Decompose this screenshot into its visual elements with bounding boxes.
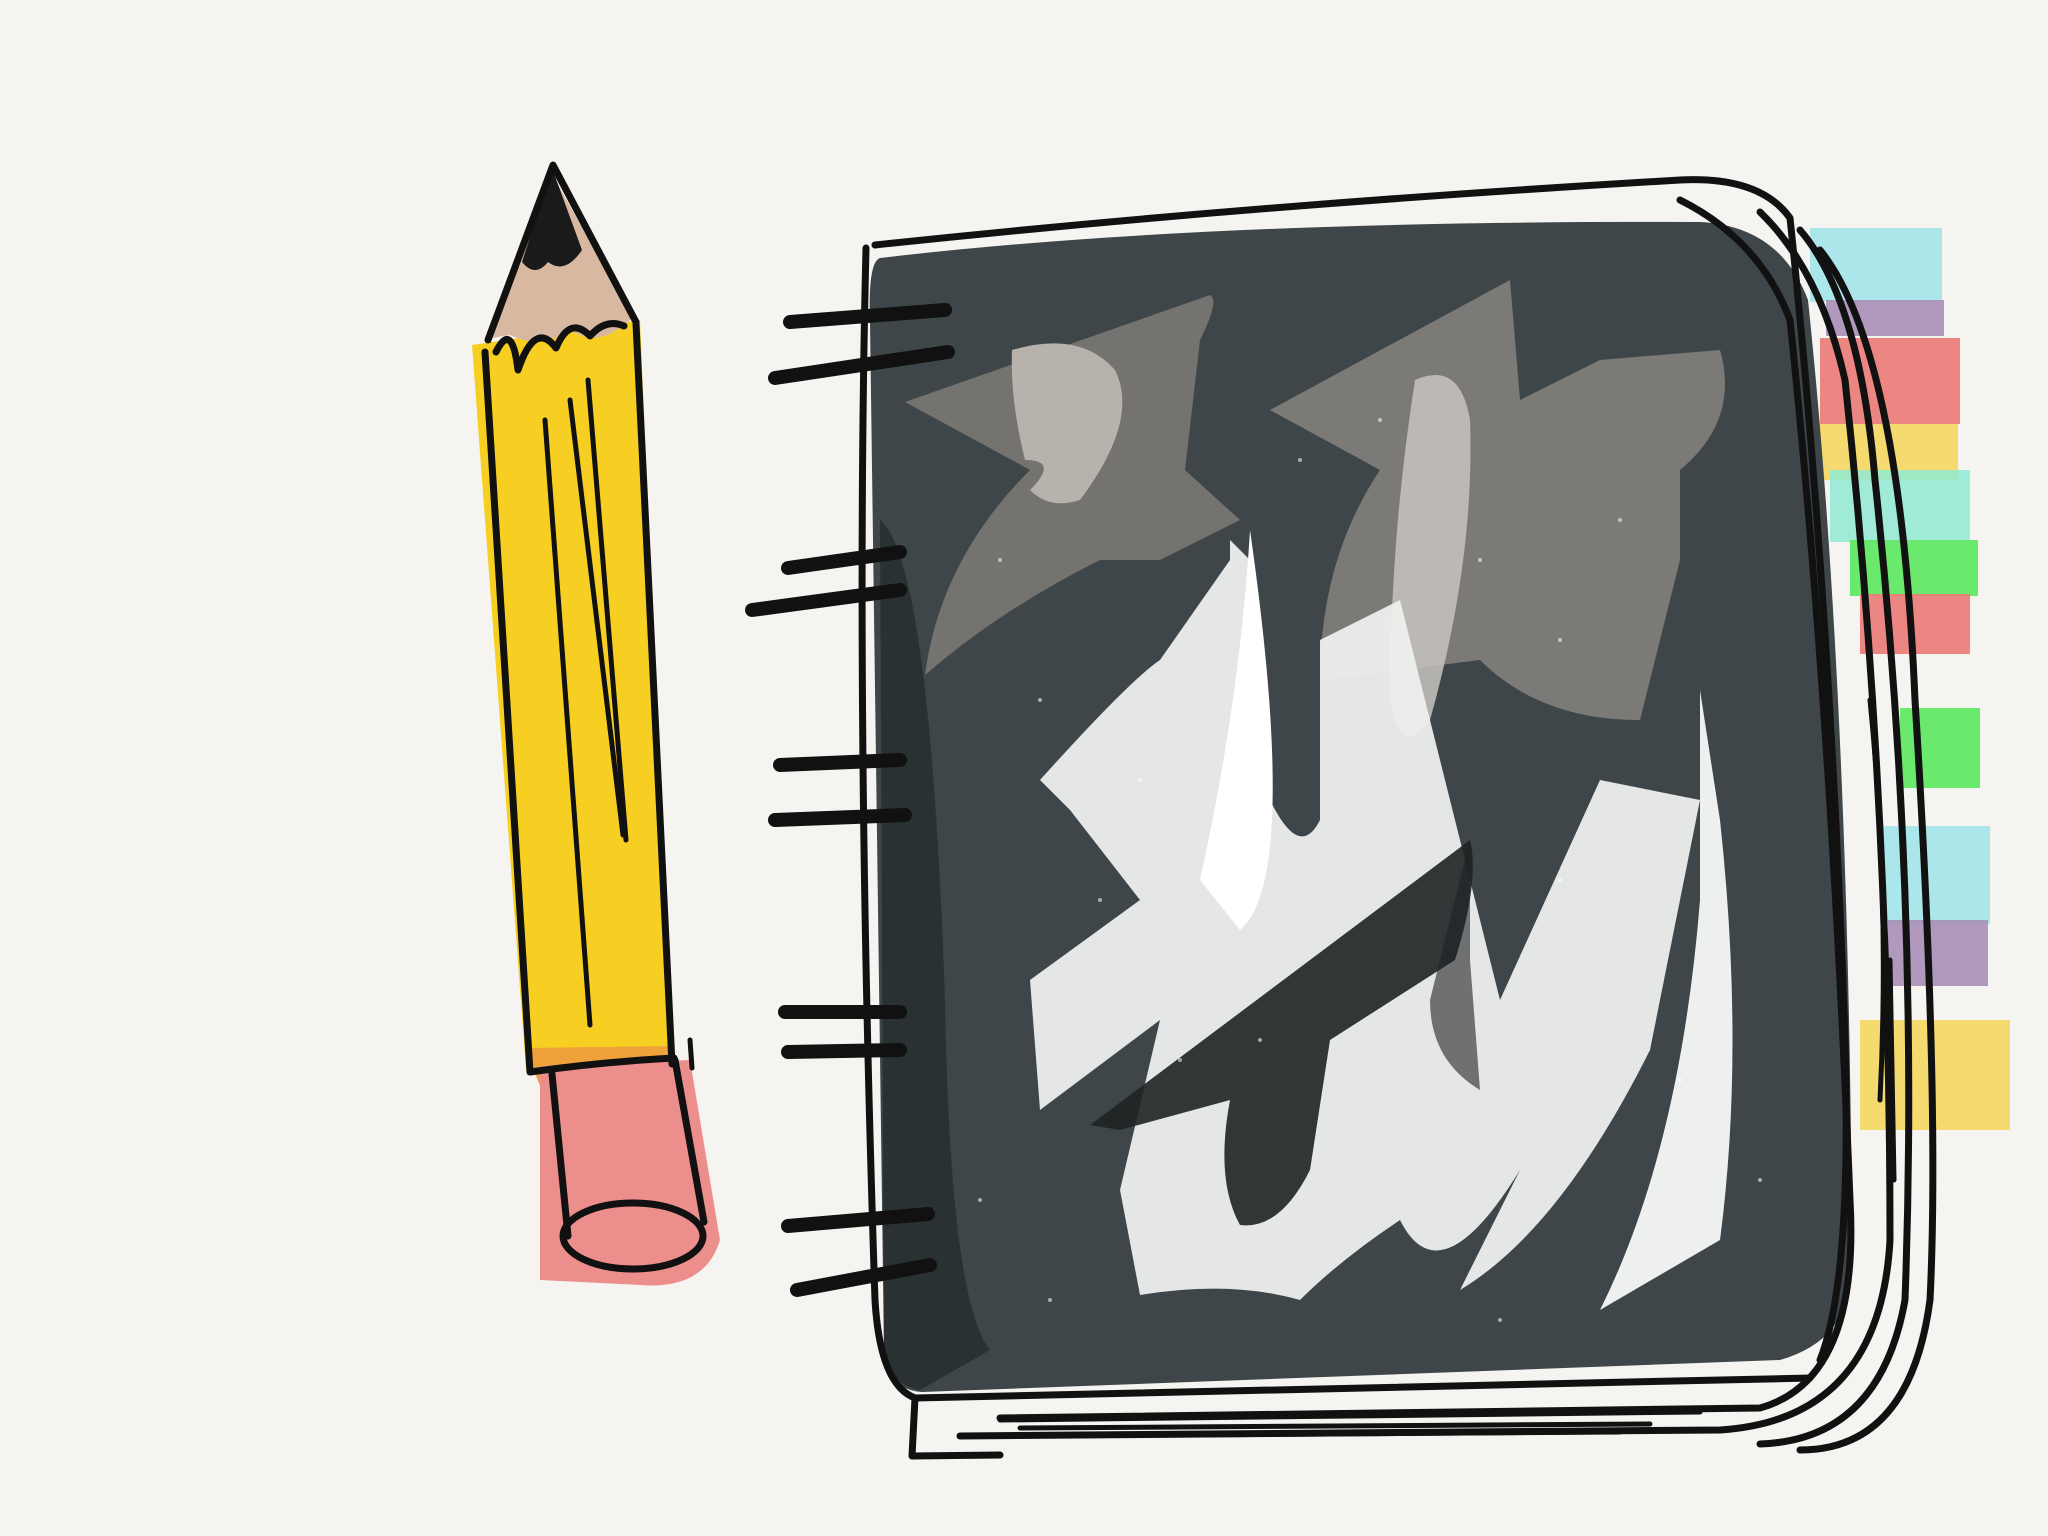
spiral-sketchbook-icon [745,176,1937,1460]
illustration-canvas [472,161,2010,1460]
app-icon-illustration [0,0,2048,1536]
pencil-icon [472,161,720,1286]
